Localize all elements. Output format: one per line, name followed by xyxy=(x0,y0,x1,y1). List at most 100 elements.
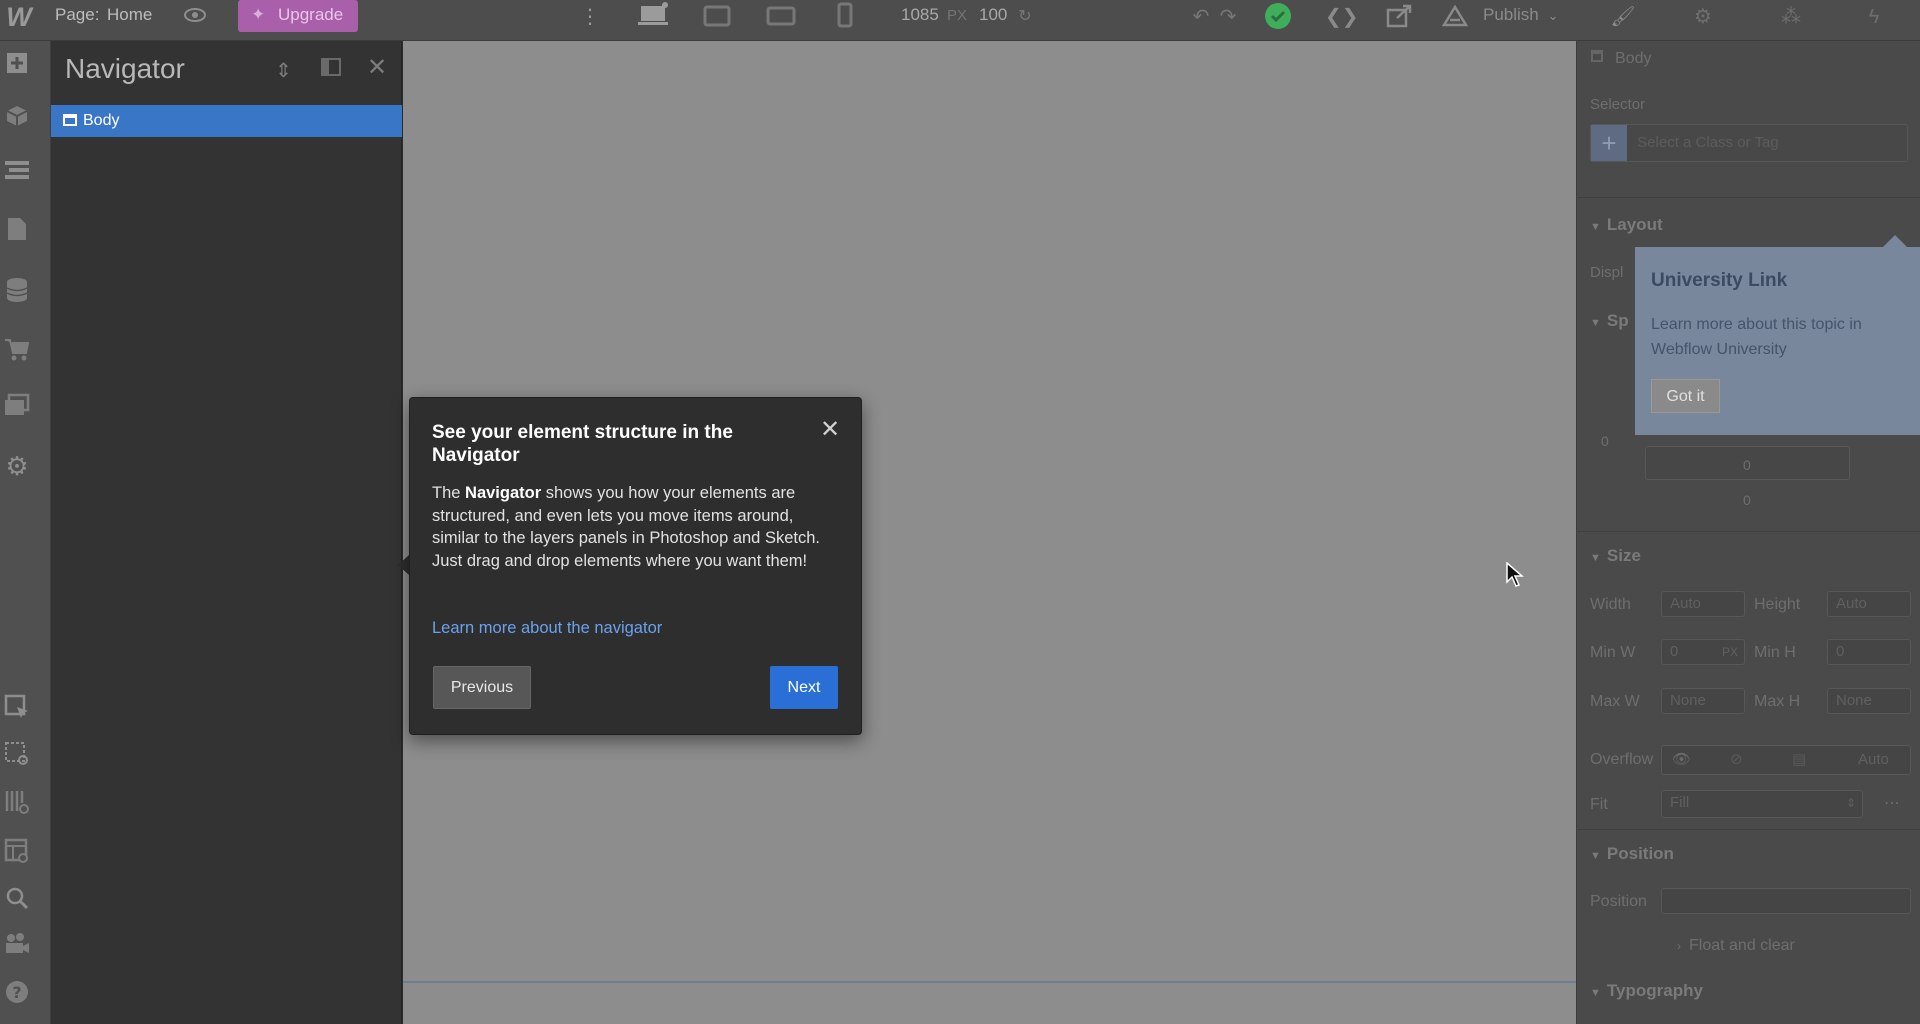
help-icon[interactable]: ? xyxy=(0,980,34,1012)
previous-button[interactable]: Previous xyxy=(433,666,531,709)
width-label: Width xyxy=(1590,596,1631,613)
redo-icon[interactable]: ↷ xyxy=(1216,3,1240,31)
assets-images-icon[interactable] xyxy=(0,393,34,425)
overflow-segmented-control[interactable]: 👁 ⊘ ▤ Auto xyxy=(1661,745,1911,775)
max-width-input[interactable]: None xyxy=(1661,688,1745,714)
left-toolbar: ⚙ ? xyxy=(0,41,51,1024)
fit-select[interactable]: Fill ⇕ xyxy=(1661,790,1863,818)
chevron-down-icon: ▼ xyxy=(1590,987,1601,999)
video-tutorials-icon[interactable] xyxy=(0,931,34,963)
settings-gear-icon[interactable]: ⚙ xyxy=(1688,3,1718,31)
overflow-auto-label[interactable]: Auto xyxy=(1858,748,1889,772)
max-width-label: Max W xyxy=(1590,693,1640,710)
dock-panel-icon[interactable] xyxy=(321,58,341,82)
export-icon[interactable] xyxy=(1385,2,1415,30)
overflow-hidden-icon[interactable]: ⊘ xyxy=(1730,748,1743,772)
zoom-value[interactable]: 100 xyxy=(979,5,1007,25)
overflow-scroll-icon[interactable]: ▤ xyxy=(1792,748,1806,772)
fit-value: Fill xyxy=(1670,794,1690,811)
add-selector-icon: + xyxy=(1591,125,1627,161)
breakpoint-tablet-landscape-icon[interactable] xyxy=(702,3,732,31)
max-height-input[interactable]: None xyxy=(1827,688,1911,714)
expand-collapse-icon[interactable]: ⇕ xyxy=(275,58,292,83)
min-height-input[interactable]: 0 xyxy=(1827,639,1911,665)
dialog-body-bold: Navigator xyxy=(465,484,542,502)
position-section-title[interactable]: ▼ Position xyxy=(1590,844,1674,864)
preview-eye-icon[interactable] xyxy=(180,3,210,31)
navigator-panel: Navigator ⇕ ✕ Body xyxy=(51,41,402,1024)
selector-placeholder: Select a Class or Tag xyxy=(1637,134,1779,151)
max-height-label: Max H xyxy=(1754,693,1801,710)
upgrade-button[interactable]: ✦ Upgrade xyxy=(238,0,358,32)
close-icon[interactable]: ✕ xyxy=(367,53,387,82)
fit-label: Fit xyxy=(1590,796,1608,813)
navigator-item-body[interactable]: Body xyxy=(51,105,402,137)
canvas-body-outline xyxy=(403,981,1576,983)
height-input[interactable]: Auto xyxy=(1827,591,1911,617)
pages-icon[interactable] xyxy=(0,216,34,250)
select-element-icon[interactable] xyxy=(0,694,34,728)
xray-mode-icon[interactable] xyxy=(0,789,34,823)
spacing-section-title[interactable]: ▼ Sp xyxy=(1590,311,1629,331)
breakpoint-desktop-icon[interactable] xyxy=(637,0,671,32)
size-section-title[interactable]: ▼ Size xyxy=(1590,546,1641,566)
undo-icon[interactable]: ↶ xyxy=(1189,3,1213,31)
guides-overlay-icon[interactable] xyxy=(0,838,34,872)
min-width-value: 0 xyxy=(1670,643,1679,660)
webflow-logo[interactable]: W xyxy=(4,2,34,34)
learn-more-link[interactable]: Learn more about the navigator xyxy=(432,619,662,638)
settings-gear-icon[interactable]: ⚙ xyxy=(0,451,34,481)
symbols-cube-icon[interactable] xyxy=(0,104,34,136)
preview-selection-icon[interactable] xyxy=(0,741,34,775)
fit-more-icon[interactable]: ⋯ xyxy=(1884,793,1900,813)
overflow-label: Overflow xyxy=(1590,751,1654,768)
upgrade-label: Upgrade xyxy=(278,5,344,24)
size-title: Size xyxy=(1606,546,1641,565)
padding-center-value[interactable]: 0 xyxy=(1743,457,1751,473)
position-title: Position xyxy=(1606,844,1674,863)
page-name[interactable]: Home xyxy=(107,5,152,25)
onboarding-dialog: See your element structure in the Naviga… xyxy=(409,397,862,735)
cms-database-icon[interactable] xyxy=(0,277,34,311)
min-height-label: Min H xyxy=(1754,644,1796,661)
margin-bottom-value[interactable]: 0 xyxy=(1743,492,1751,508)
close-icon[interactable]: ✕ xyxy=(818,418,842,442)
add-elements-icon[interactable] xyxy=(0,51,34,83)
next-button[interactable]: Next xyxy=(770,666,838,709)
interactions-icon[interactable]: ϟ xyxy=(1862,3,1886,31)
position-select[interactable] xyxy=(1661,888,1911,914)
dialog-title: See your element structure in the Naviga… xyxy=(432,422,733,466)
layout-section-title[interactable]: ▼ Layout xyxy=(1590,215,1663,235)
svg-text:?: ? xyxy=(12,983,21,1002)
editor-mode-icon[interactable] xyxy=(1441,3,1469,29)
position-label: Position xyxy=(1590,893,1647,910)
height-label: Height xyxy=(1754,596,1801,613)
publish-button[interactable]: Publish ⌄ xyxy=(1483,5,1558,25)
breakpoint-tablet-icon[interactable] xyxy=(766,3,796,31)
search-icon[interactable] xyxy=(0,886,34,918)
zoom-reset-icon[interactable]: ↻ xyxy=(1015,3,1035,31)
style-brush-icon[interactable]: 🖌 xyxy=(1608,3,1638,31)
code-icon[interactable]: ❮❯ xyxy=(1325,3,1359,31)
section-divider xyxy=(1576,531,1920,532)
navigator-icon[interactable] xyxy=(0,159,34,189)
float-and-clear-toggle[interactable]: › Float and clear xyxy=(1677,937,1795,955)
display-label: Displ xyxy=(1590,264,1624,281)
chevron-down-icon: ▼ xyxy=(1590,221,1601,233)
style-manager-icon[interactable]: ⁂ xyxy=(1776,3,1806,31)
typography-section-title[interactable]: ▼ Typography xyxy=(1590,981,1703,1001)
ecommerce-cart-icon[interactable] xyxy=(0,337,34,369)
canvas-width-value[interactable]: 1085 xyxy=(901,5,939,25)
breakpoint-mobile-icon[interactable] xyxy=(834,2,856,32)
min-width-unit: PX xyxy=(1721,645,1738,659)
overflow-visible-eye-icon[interactable]: 👁 xyxy=(1672,748,1691,772)
selector-input[interactable]: + Select a Class or Tag xyxy=(1590,124,1908,162)
dialog-body: The Navigator shows you how your element… xyxy=(432,482,842,572)
dialog-pointer-arrow xyxy=(398,555,409,575)
margin-left-value[interactable]: 0 xyxy=(1601,433,1609,449)
min-width-input[interactable]: 0 PX xyxy=(1661,639,1745,665)
got-it-button[interactable]: Got it xyxy=(1651,379,1720,413)
width-input[interactable]: Auto xyxy=(1661,591,1745,617)
chevron-down-icon: ▼ xyxy=(1590,850,1601,862)
more-options-icon[interactable]: ⋮ xyxy=(580,3,600,31)
